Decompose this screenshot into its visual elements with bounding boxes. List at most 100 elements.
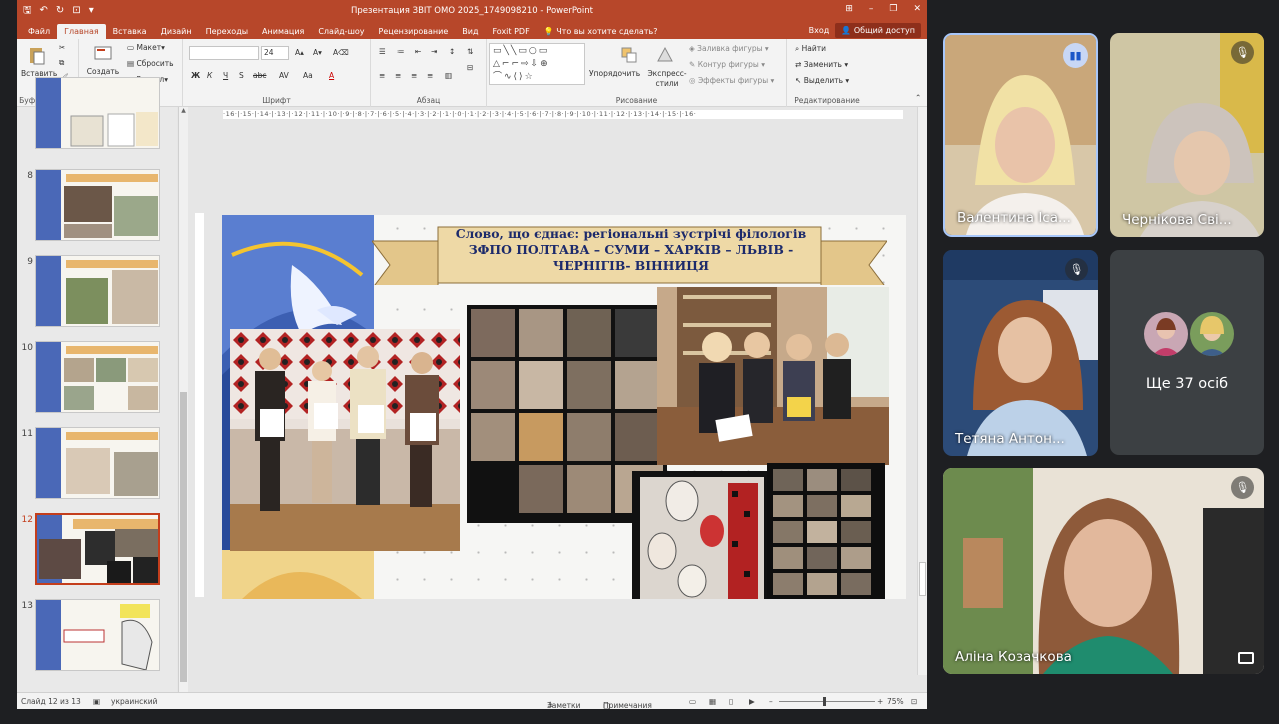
clear-format-icon[interactable]: A⌫ [333, 48, 349, 57]
underline-button[interactable]: Ч [223, 71, 228, 80]
thumbnail-row[interactable]: 11 [17, 427, 177, 507]
bullets-icon[interactable]: ☰ [379, 47, 386, 56]
thumbnail-row[interactable]: 10 [17, 341, 177, 421]
tab-transitions[interactable]: Переходы [199, 24, 255, 39]
canvas-vscroll[interactable] [917, 107, 927, 675]
fit-slide-icon[interactable]: ⊡ [911, 697, 917, 706]
tell-me-box[interactable]: 💡 Что вы хотите сделать? [537, 24, 665, 39]
justify-icon[interactable]: ≡ [427, 71, 433, 80]
slide-thumbnail[interactable] [35, 599, 160, 671]
collapse-ribbon-icon[interactable]: ⌃ [915, 93, 921, 102]
thumbnail-row[interactable]: 13 [17, 599, 177, 679]
shrink-font-icon[interactable]: A▾ [313, 48, 322, 57]
slide-thumbnail[interactable] [35, 341, 160, 413]
arrange-icon[interactable] [619, 45, 639, 65]
font-size-box[interactable]: 24 [261, 46, 289, 60]
quick-styles-button[interactable]: Экспресс-стили [647, 69, 687, 89]
thumbnail-row[interactable]: 8 [17, 169, 177, 249]
tab-file[interactable]: Файл [21, 24, 57, 39]
slide-title[interactable]: Слово, що єднає: регіональні зустрічі фі… [438, 223, 824, 281]
signin-link[interactable]: Вход [809, 26, 830, 35]
close-icon[interactable]: ✕ [913, 4, 921, 14]
tab-slideshow[interactable]: Слайд-шоу [311, 24, 371, 39]
slideshow-view-icon[interactable]: ▶ [749, 697, 755, 706]
tab-insert[interactable]: Вставка [106, 24, 154, 39]
zoom-out-icon[interactable]: – [769, 697, 773, 706]
align-right-icon[interactable]: ≡ [411, 71, 417, 80]
find-button[interactable]: ⌕ Найти [795, 44, 826, 54]
slide-thumbnail[interactable] [35, 427, 160, 499]
canvas-scroll-thumb[interactable] [919, 562, 926, 596]
font-name-box[interactable] [189, 46, 259, 60]
quick-styles-icon[interactable] [655, 45, 675, 65]
numbering-icon[interactable]: ≔ [397, 47, 405, 56]
zoom-slider-thumb[interactable] [823, 697, 826, 706]
tab-view[interactable]: Вид [455, 24, 485, 39]
arrange-button[interactable]: Упорядочить [589, 69, 640, 78]
copy-icon[interactable]: ⧉ [59, 58, 64, 68]
tab-home[interactable]: Главная [57, 24, 106, 39]
shape-fill-button[interactable]: ◈ Заливка фигуры ▾ [689, 44, 769, 53]
participant-tile[interactable]: ▮▮ Валентина Іса... [943, 33, 1098, 237]
reading-view-icon[interactable]: ▯ [729, 697, 733, 706]
zoom-level[interactable]: 75% [887, 697, 904, 706]
layout-button[interactable]: ▭ Макет▾ [127, 43, 165, 52]
tab-foxit-pdf[interactable]: Foxit PDF [485, 24, 536, 39]
select-button[interactable]: ↖ Выделить ▾ [795, 76, 849, 85]
zoom-in-icon[interactable]: + [877, 697, 883, 706]
decrease-indent-icon[interactable]: ⇤ [415, 47, 421, 56]
scroll-up-icon[interactable]: ▲ [179, 107, 188, 114]
current-slide[interactable]: Слово, що єднає: регіональні зустрічі фі… [222, 215, 906, 599]
maximize-icon[interactable]: ❐ [889, 4, 897, 14]
participant-tile[interactable]: 🎙 Чернікова Сві... [1110, 33, 1264, 237]
grow-font-icon[interactable]: A▴ [295, 48, 304, 57]
shape-effects-button[interactable]: ◎ Эффекты фигуры ▾ [689, 76, 774, 85]
thumbnails-scrollbar[interactable]: ▲ [178, 107, 188, 692]
zoom-slider[interactable] [779, 701, 875, 702]
horizontal-ruler[interactable]: ·16·|·15·|·14·|·13·|·12·|·11·|·10·|·9·|·… [223, 110, 903, 119]
change-case-button[interactable]: Aa [303, 71, 313, 80]
align-left-icon[interactable]: ≡ [379, 71, 385, 80]
line-spacing-icon[interactable]: ↕ [449, 47, 455, 56]
font-color-button[interactable]: A [329, 71, 334, 80]
tab-review[interactable]: Рецензирование [372, 24, 456, 39]
increase-indent-icon[interactable]: ⇥ [431, 47, 437, 56]
vertical-ruler[interactable] [195, 213, 204, 597]
scroll-thumb[interactable] [180, 392, 187, 682]
tab-design[interactable]: Дизайн [154, 24, 199, 39]
char-spacing-button[interactable]: AV [279, 71, 289, 80]
participant-tile[interactable]: 🎙 Тетяна Антон... [943, 250, 1098, 456]
tab-animations[interactable]: Анимация [255, 24, 311, 39]
picture-in-picture-icon[interactable] [1238, 652, 1254, 664]
shadow-button[interactable]: S [239, 71, 244, 80]
slide-thumbnail-selected[interactable] [35, 513, 160, 585]
thumbnail-row[interactable]: 12 [17, 513, 177, 593]
strikethrough-button[interactable]: abc [253, 71, 266, 80]
align-text-icon[interactable]: ⊟ [467, 63, 473, 72]
cut-icon[interactable]: ✂ [59, 43, 65, 52]
align-center-icon[interactable]: ≡ [395, 71, 401, 80]
language-indicator[interactable]: украинский [111, 697, 158, 706]
participant-tile[interactable]: 🎙 Аліна Козачкова [943, 468, 1264, 674]
new-slide-icon[interactable] [93, 44, 113, 64]
slide-thumbnail[interactable] [35, 77, 160, 149]
bold-button[interactable]: Ж [191, 71, 200, 80]
shape-outline-button[interactable]: ✎ Контур фигуры ▾ [689, 60, 765, 69]
spellcheck-icon[interactable]: ▣ [93, 697, 100, 706]
normal-view-icon[interactable]: ▭ [689, 697, 696, 706]
italic-button[interactable]: К [207, 71, 212, 80]
sorter-view-icon[interactable]: ▦ [709, 697, 716, 706]
columns-icon[interactable]: ▥ [445, 71, 452, 80]
thumbnail-row[interactable] [17, 77, 177, 157]
replace-button[interactable]: ⇄ Заменить ▾ [795, 60, 848, 69]
shapes-gallery[interactable]: ▭╲╲▭○▭ △⌐⌐⇨⇩⊕ ⌒∿⟨⟩☆ [489, 43, 585, 85]
slide-thumbnail[interactable] [35, 169, 160, 241]
thumbnail-row[interactable]: 9 [17, 255, 177, 335]
slide-thumbnail[interactable] [35, 255, 160, 327]
minimize-icon[interactable]: – [869, 4, 874, 14]
paste-icon[interactable] [27, 45, 47, 65]
text-direction-icon[interactable]: ⇅ [467, 47, 473, 56]
ribbon-display-icon[interactable]: ⊞ [845, 4, 853, 14]
more-participants-tile[interactable]: Ще 37 осіб [1110, 250, 1264, 455]
reset-button[interactable]: ▤ Сбросить [127, 59, 173, 68]
